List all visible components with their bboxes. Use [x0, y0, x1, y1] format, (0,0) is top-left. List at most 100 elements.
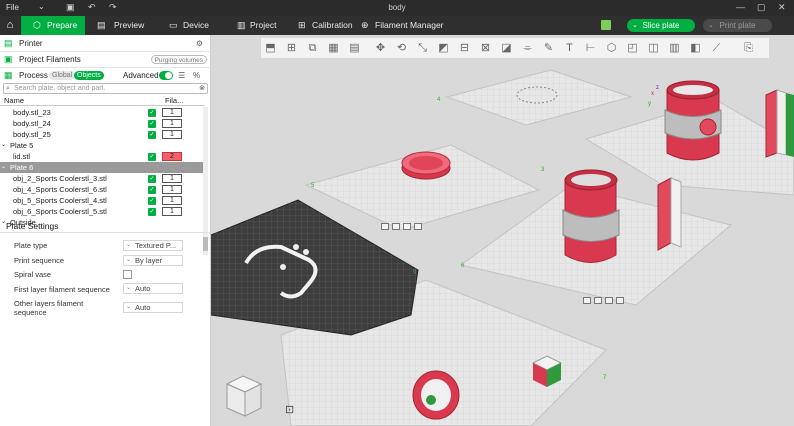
global-toggle[interactable]: Global — [49, 71, 76, 80]
layers-icon[interactable]: ◫ — [646, 41, 661, 56]
object-row[interactable]: body.stl_24 ✓ 1 — [0, 118, 205, 129]
other-layers-sequence-select[interactable]: ⌄ Auto — [123, 302, 183, 313]
plate-icon[interactable] — [616, 297, 624, 304]
visibility-checkbox[interactable]: ✓ — [148, 131, 156, 139]
filament-selector[interactable]: 1 — [162, 185, 182, 194]
undo-icon[interactable]: ↶ — [88, 2, 96, 13]
visibility-checkbox[interactable]: ✓ — [148, 208, 156, 216]
gear-icon[interactable]: ⚙ — [196, 37, 203, 50]
clear-icon[interactable]: ⊗ — [199, 84, 205, 93]
save-icon[interactable]: ▣ — [66, 2, 75, 13]
redo-icon[interactable]: ↷ — [109, 2, 117, 13]
text-icon[interactable]: T — [562, 41, 577, 56]
plate-icon[interactable] — [414, 223, 422, 230]
object-search-input[interactable]: ⌕ Search plate, object and part. ⊗ — [3, 83, 208, 94]
mesh-boolean-icon[interactable]: ⊠ — [478, 41, 493, 56]
visibility-checkbox[interactable]: ✓ — [148, 186, 156, 194]
visibility-checkbox[interactable]: ✓ — [148, 153, 156, 161]
scrollbar-thumb[interactable] — [203, 237, 208, 251]
add-object-icon[interactable]: ⬒ — [263, 41, 278, 56]
seam-paint-icon[interactable]: ⌯ — [520, 41, 535, 56]
list-icon[interactable]: ☰ — [178, 69, 185, 82]
filament-selector[interactable]: 1 — [162, 196, 182, 205]
orient-icon[interactable]: ⧉ — [305, 41, 320, 56]
rotate-icon[interactable]: ⟲ — [394, 41, 409, 56]
add-plate-icon[interactable]: ⊞ — [284, 41, 299, 56]
file-menu[interactable]: File — [6, 3, 19, 12]
return-icon[interactable]: ⎘ — [741, 41, 756, 56]
tab-filament-manager[interactable]: ⊕ Filament Manager — [359, 16, 444, 35]
variable-height-icon[interactable]: ▥ — [667, 41, 682, 56]
printer-section[interactable]: ▤ Printer ⚙ — [0, 37, 211, 50]
first-layer-sequence-select[interactable]: ⌄ Auto — [123, 283, 183, 294]
plate-icon[interactable] — [594, 297, 602, 304]
cut-icon[interactable]: ⊟ — [457, 41, 472, 56]
purge-tower-object[interactable] — [765, 89, 778, 158]
plate-icon[interactable] — [583, 297, 591, 304]
expand-icon[interactable]: ⌄ — [1, 140, 6, 151]
tab-calibration[interactable]: ⊞ Calibration — [296, 16, 356, 35]
maximize-icon[interactable]: ▢ — [757, 2, 766, 13]
brim-icon[interactable]: ◧ — [688, 41, 703, 56]
plate-row[interactable]: ⌄ Plate 6 — [0, 162, 205, 173]
object-row[interactable]: body.stl_23 ✓ 1 — [0, 107, 205, 118]
filament-selector[interactable]: 2 — [162, 152, 182, 161]
plate-icon[interactable] — [403, 223, 411, 230]
lay-on-face-icon[interactable]: ◩ — [436, 41, 451, 56]
column-filament[interactable]: Fila... — [165, 96, 183, 106]
project-filaments-section[interactable]: ▣ Project Filaments Purging volumes — [0, 53, 211, 66]
home-icon[interactable]: ⌂ — [0, 16, 20, 35]
plate-icon[interactable] — [381, 223, 389, 230]
filament-selector[interactable]: 1 — [162, 174, 182, 183]
minimize-icon[interactable]: — — [736, 2, 745, 12]
slice-plate-button[interactable]: ⌄ Slice plate — [627, 19, 695, 32]
measure-icon[interactable]: ⊢ — [583, 41, 598, 56]
ruler-icon[interactable]: ⟋ — [709, 41, 724, 56]
plate-type-select[interactable]: ⌄ Textured P... — [123, 240, 183, 251]
arrange-icon[interactable]: ▦ — [326, 41, 341, 56]
filament-selector[interactable]: 1 — [162, 119, 182, 128]
percent-icon[interactable]: % — [193, 69, 200, 82]
expand-icon[interactable]: ⌄ — [1, 162, 6, 173]
object-row[interactable]: obj_4_Sports Coolerstl_6.stl ✓ 1 — [0, 184, 205, 195]
purging-volumes-button[interactable]: Purging volumes — [150, 55, 207, 64]
move-icon[interactable]: ✥ — [373, 41, 388, 56]
tab-preview[interactable]: ▤ Preview — [95, 16, 155, 35]
visibility-checkbox[interactable]: ✓ — [148, 109, 156, 117]
scale-icon[interactable]: ⤡ — [415, 41, 430, 56]
visibility-checkbox[interactable]: ✓ — [148, 120, 156, 128]
chevron-down-icon[interactable]: ⌄ — [708, 19, 714, 32]
navigation-cube[interactable] — [221, 370, 267, 420]
object-row[interactable]: obj_5_Sports Coolerstl_4.stl ✓ 1 — [0, 195, 205, 206]
chevron-down-icon[interactable]: ⌄ — [38, 2, 45, 11]
chevron-down-icon[interactable]: ⌄ — [632, 19, 638, 32]
spiral-vase-checkbox[interactable] — [123, 270, 132, 279]
tall-bar-object[interactable] — [657, 177, 672, 251]
object-row[interactable]: obj_2_Sports Coolerstl_3.stl ✓ 1 — [0, 173, 205, 184]
plate-icon[interactable] — [392, 223, 400, 230]
visibility-checkbox[interactable]: ✓ — [148, 197, 156, 205]
3d-viewport[interactable]: 4 5 6 3 7 9 x y z ⊡ — [211, 35, 794, 426]
filament-selector[interactable]: 1 — [162, 207, 182, 216]
objects-toggle[interactable]: Objects — [74, 71, 104, 80]
support-paint-icon[interactable]: ◪ — [499, 41, 514, 56]
print-sequence-select[interactable]: ⌄ By layer — [123, 255, 183, 266]
assembly-icon[interactable]: ⬡ — [604, 41, 619, 56]
filament-selector[interactable]: 1 — [162, 130, 182, 139]
print-plate-button[interactable]: ⌄ Print plate — [703, 19, 772, 32]
plate-grid-icon[interactable] — [601, 20, 611, 30]
tab-prepare[interactable]: ⬡ Prepare — [21, 16, 85, 35]
advanced-switch[interactable] — [159, 71, 173, 80]
object-row[interactable]: lid.stl ✓ 2 — [0, 151, 205, 162]
object-row[interactable]: obj_6_Sports Coolerstl_5.stl ✓ 1 — [0, 206, 205, 217]
visibility-checkbox[interactable]: ✓ — [148, 175, 156, 183]
view-icon[interactable]: ◰ — [625, 41, 640, 56]
scene-canvas[interactable] — [211, 35, 794, 426]
fit-view-icon[interactable]: ⊡ — [285, 403, 294, 416]
tab-device[interactable]: ▭ Device — [167, 16, 219, 35]
column-name[interactable]: Name — [4, 96, 24, 106]
filament-selector[interactable]: 1 — [162, 108, 182, 117]
plate-icon[interactable] — [605, 297, 613, 304]
plate-row[interactable]: ⌄ Plate 5 — [0, 140, 205, 151]
tab-project[interactable]: ▥ Project — [235, 16, 287, 35]
